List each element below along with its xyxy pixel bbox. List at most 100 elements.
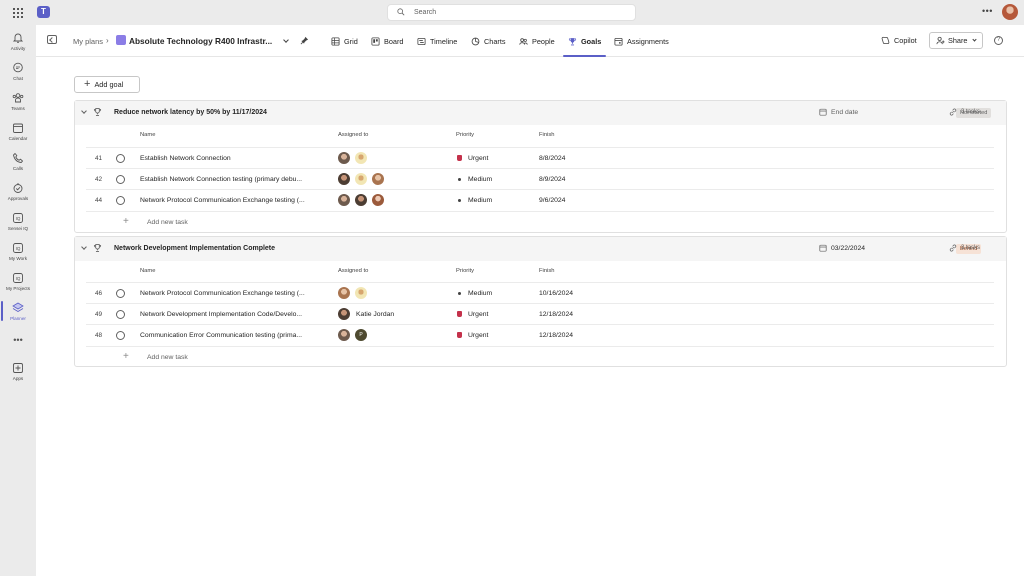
tab-grid[interactable]: Grid: [331, 25, 358, 57]
add-task-row[interactable]: + Add new task: [86, 211, 994, 232]
goal-task-count[interactable]: 3 tasks: [961, 109, 980, 115]
rail-item-apps[interactable]: Apps: [0, 359, 36, 387]
task-finish-date[interactable]: 9/6/2024: [539, 197, 565, 204]
app-launcher-icon[interactable]: [13, 8, 23, 18]
column-header-assigned: Assigned to: [338, 132, 369, 138]
more-apps-icon[interactable]: •••: [0, 335, 36, 345]
rail-item-activity[interactable]: Activity: [0, 29, 36, 57]
task-priority[interactable]: Urgent: [468, 332, 488, 339]
share-button[interactable]: Share: [929, 32, 983, 49]
task-name[interactable]: Network Protocol Communication Exchange …: [140, 197, 305, 204]
add-task-row[interactable]: + Add new task: [86, 346, 994, 367]
pin-icon[interactable]: [300, 36, 309, 45]
assignee-avatars[interactable]: [338, 152, 367, 164]
rail-item-calendar[interactable]: Calendar: [0, 119, 36, 147]
task-priority[interactable]: Medium: [468, 290, 492, 297]
rail-item-teams[interactable]: Teams: [0, 89, 36, 117]
goal-task-count[interactable]: 3 tasks: [961, 245, 980, 251]
medium-priority-icon: [458, 199, 461, 202]
task-complete-checkbox[interactable]: [116, 331, 125, 340]
task-finish-date[interactable]: 10/16/2024: [539, 290, 573, 297]
plan-title[interactable]: Absolute Technology R400 Infrastr...: [129, 36, 272, 46]
task-name[interactable]: Network Development Implementation Code/…: [140, 311, 302, 318]
avatar: [355, 173, 367, 185]
rail-item-sensei-iq[interactable]: IQ Sensei IQ: [0, 209, 36, 237]
user-avatar[interactable]: [1002, 4, 1018, 20]
rail-item-chat[interactable]: Chat: [0, 59, 36, 87]
avatar: [338, 308, 350, 320]
more-options-icon[interactable]: •••: [982, 6, 993, 16]
rail-item-my-work[interactable]: IQ My Work: [0, 239, 36, 267]
rail-item-calls[interactable]: Calls: [0, 149, 36, 177]
chevron-down-icon[interactable]: [283, 37, 289, 43]
task-priority[interactable]: Medium: [468, 176, 492, 183]
rail-item-approvals[interactable]: Approvals: [0, 179, 36, 207]
avatar: [338, 173, 350, 185]
task-finish-date[interactable]: 8/9/2024: [539, 176, 565, 183]
tab-label: Board: [384, 36, 404, 46]
link-icon: [949, 244, 957, 252]
assignee-avatars[interactable]: [338, 173, 384, 185]
assignee-avatars[interactable]: [338, 194, 384, 206]
tab-label: Timeline: [430, 36, 458, 46]
assignee-avatars[interactable]: [338, 308, 350, 320]
task-priority[interactable]: Urgent: [468, 311, 488, 318]
chevron-down-icon[interactable]: [81, 244, 87, 250]
rail-item-planner[interactable]: Planner: [0, 299, 36, 327]
collapse-pane-icon[interactable]: [47, 35, 57, 44]
iq-icon: IQ: [13, 213, 23, 223]
assignee-avatars[interactable]: P: [338, 329, 367, 341]
goal-end-date[interactable]: End date: [831, 109, 858, 116]
search-placeholder: Search: [414, 9, 437, 16]
search-box[interactable]: Search: [387, 4, 636, 21]
table-row[interactable]: 44 Network Protocol Communication Exchan…: [86, 189, 994, 210]
chevron-down-icon[interactable]: [81, 108, 87, 114]
goal-title[interactable]: Network Development Implementation Compl…: [114, 245, 275, 252]
tab-timeline[interactable]: Timeline: [417, 25, 457, 57]
task-name[interactable]: Establish Network Connection: [140, 155, 231, 162]
table-row[interactable]: 49 Network Development Implementation Co…: [86, 303, 994, 324]
table-row[interactable]: 42 Establish Network Connection testing …: [86, 168, 994, 189]
tab-charts[interactable]: Charts: [471, 25, 506, 57]
rail-item-label: Planner: [10, 316, 26, 321]
task-complete-checkbox[interactable]: [116, 154, 125, 163]
table-row[interactable]: 46 Network Protocol Communication Exchan…: [86, 282, 994, 303]
goal-end-date[interactable]: 03/22/2024: [831, 245, 865, 252]
rail-item-label: My Projects: [6, 286, 30, 291]
task-finish-date[interactable]: 12/18/2024: [539, 332, 573, 339]
task-priority[interactable]: Medium: [468, 197, 492, 204]
goal-title[interactable]: Reduce network latency by 50% by 11/17/2…: [114, 109, 267, 116]
copilot-button[interactable]: Copilot: [881, 36, 917, 45]
tab-assignments[interactable]: Assignments: [614, 25, 669, 57]
timeline-icon: [417, 37, 426, 45]
column-header-name: Name: [140, 132, 156, 138]
task-complete-checkbox[interactable]: [116, 196, 125, 205]
task-finish-date[interactable]: 12/18/2024: [539, 311, 573, 318]
tab-board[interactable]: Board: [371, 25, 403, 57]
rail-item-my-projects[interactable]: IQ My Projects: [0, 269, 36, 297]
task-complete-checkbox[interactable]: [116, 310, 125, 319]
table-row[interactable]: 41 Establish Network Connection Urgent 8…: [86, 147, 994, 168]
plus-icon: +: [123, 216, 129, 227]
tab-people[interactable]: People: [519, 25, 555, 57]
app-rail: Activity Chat Teams Calendar Calls Appro…: [0, 25, 36, 576]
charts-icon: [471, 37, 480, 45]
task-complete-checkbox[interactable]: [116, 175, 125, 184]
task-name[interactable]: Communication Error Communication testin…: [140, 332, 302, 339]
assignee-avatars[interactable]: [338, 287, 367, 299]
svg-text:IQ: IQ: [16, 276, 21, 281]
help-icon[interactable]: ?: [994, 36, 1003, 45]
add-task-label: Add new task: [147, 219, 188, 226]
search-icon: [397, 8, 405, 16]
add-goal-button[interactable]: + Add goal: [74, 76, 140, 93]
task-finish-date[interactable]: 8/8/2024: [539, 155, 565, 162]
tab-goals[interactable]: Goals: [562, 25, 607, 57]
avatar: [338, 287, 350, 299]
task-priority[interactable]: Urgent: [468, 155, 488, 162]
task-complete-checkbox[interactable]: [116, 289, 125, 298]
task-name[interactable]: Network Protocol Communication Exchange …: [140, 290, 305, 297]
assignee-name[interactable]: Katie Jordan: [356, 311, 394, 318]
table-row[interactable]: 48 Communication Error Communication tes…: [86, 324, 994, 345]
breadcrumb-my-plans[interactable]: My plans: [73, 37, 103, 46]
task-name[interactable]: Establish Network Connection testing (pr…: [140, 176, 302, 183]
